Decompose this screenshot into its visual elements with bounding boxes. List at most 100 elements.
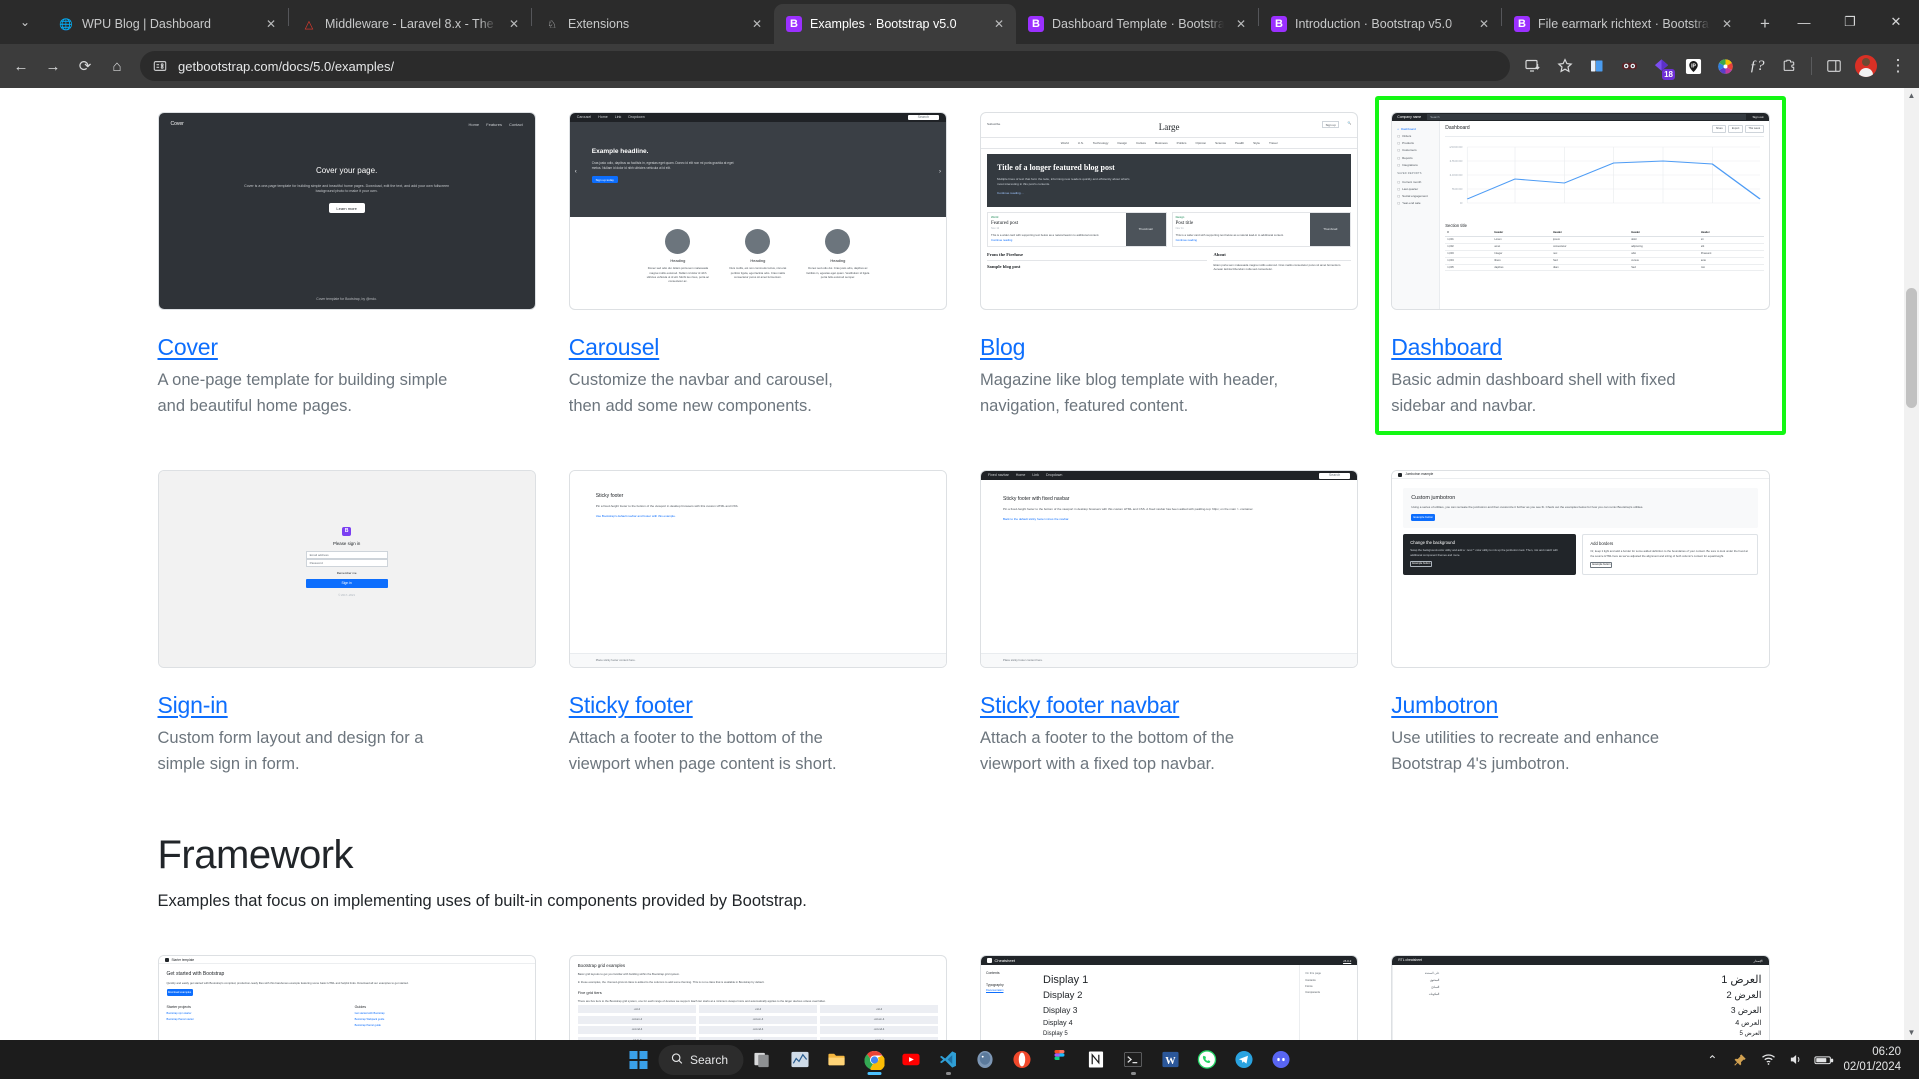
taskbar-clock[interactable]: 06:20 02/01/2024 (1839, 1045, 1911, 1074)
tab-close-icon[interactable]: ✕ (990, 15, 1008, 33)
example-thumbnail[interactable]: Cheatsheet v5.0.2 Contents Typography Do… (980, 955, 1358, 1040)
discord-icon[interactable] (1264, 1043, 1298, 1077)
example-thumbnail[interactable]: Jumbotron example Custom jumbotron Using… (1391, 470, 1769, 668)
tab-dashboard-template[interactable]: B Dashboard Template · Bootstrap ✕ (1016, 4, 1258, 44)
telegram-icon[interactable] (1227, 1043, 1261, 1077)
page-info-icon[interactable] (152, 58, 168, 74)
example-card-dashboard[interactable]: Company name Search Sign out ⌂Dashboard … (1391, 88, 1769, 419)
address-bar[interactable]: getbootstrap.com/docs/5.0/examples/ (140, 51, 1510, 81)
scroll-down-button[interactable]: ▼ (1904, 1025, 1919, 1040)
font-finder-extension-icon[interactable]: ƒ? (1742, 51, 1772, 81)
opera-icon[interactable] (1005, 1043, 1039, 1077)
vscode-icon[interactable] (931, 1043, 965, 1077)
install-app-icon[interactable] (1518, 51, 1548, 81)
tab-list-button[interactable]: ⌄ (11, 8, 39, 36)
back-button[interactable]: ← (6, 51, 36, 81)
battery-icon[interactable] (1811, 1045, 1837, 1075)
scrollbar-thumb[interactable] (1906, 288, 1917, 408)
example-thumbnail[interactable]: B Please sign in Email address Password … (158, 470, 536, 668)
tab-introduction-bootstrap[interactable]: B Introduction · Bootstrap v5.0 ✕ (1259, 4, 1501, 44)
tab-wpu-blog[interactable]: 🌐 WPU Blog | Dashboard ✕ (46, 4, 288, 44)
goggles-extension-icon[interactable] (1614, 51, 1644, 81)
minimize-button[interactable]: — (1781, 6, 1827, 38)
file-explorer-icon[interactable] (820, 1043, 854, 1077)
label: Customers (1402, 148, 1417, 152)
taskview-icon[interactable] (746, 1043, 780, 1077)
tab-middleware-laravel[interactable]: △ Middleware - Laravel 8.x - The P ✕ (289, 4, 531, 44)
example-title-sticky-footer[interactable]: Sticky footer (569, 692, 693, 719)
example-card-jumbotron[interactable]: Jumbotron example Custom jumbotron Using… (1391, 446, 1769, 777)
chrome-icon[interactable] (857, 1043, 891, 1077)
example-desc: Attach a footer to the bottom of the vie… (980, 726, 1280, 777)
example-card-signin[interactable]: B Please sign in Email address Password … (158, 446, 536, 777)
example-thumbnail[interactable]: Fixed navbar Home Link Dropdown Search S… (980, 470, 1358, 668)
example-title-cover[interactable]: Cover (158, 334, 218, 361)
extensions-puzzle-icon[interactable] (1774, 51, 1804, 81)
blog-nav-item: Health (1235, 141, 1244, 145)
example-thumbnail[interactable]: Starter template Get started with Bootst… (158, 955, 536, 1040)
forward-button[interactable]: → (38, 51, 68, 81)
example-card-carousel[interactable]: Carousel Home Link Dropdown Search ‹ › E (569, 88, 947, 419)
tab-extensions[interactable]: ♘ Extensions ✕ (532, 4, 774, 44)
framework-card-grid[interactable]: Bootstrap grid examples Basic grid layou… (569, 931, 947, 1040)
word-icon[interactable]: W (1153, 1043, 1187, 1077)
tray-chevron-icon[interactable]: ⌃ (1699, 1045, 1725, 1075)
example-card-sticky-footer[interactable]: Sticky footer Pin a fixed-height footer … (569, 446, 947, 777)
example-card-sticky-footer-navbar[interactable]: Fixed navbar Home Link Dropdown Search S… (980, 446, 1358, 777)
scroll-up-button[interactable]: ▲ (1904, 88, 1919, 103)
tab-close-icon[interactable]: ✕ (262, 15, 280, 33)
example-thumbnail[interactable]: Sticky footer Pin a fixed-height footer … (569, 470, 947, 668)
dashboard-header-row: Dashboard Share Export This week (1445, 125, 1763, 137)
taskbar-search[interactable]: Search (658, 1045, 743, 1075)
example-thumbnail[interactable]: Carousel Home Link Dropdown Search ‹ › E (569, 112, 947, 310)
framework-card-rtl[interactable]: RTL cheatsheet الإصدار العرض 1 العرض 2 ا… (1391, 931, 1769, 1040)
ip-pin-extension-icon[interactable]: IP (1678, 51, 1708, 81)
color-wheel-extension-icon[interactable] (1710, 51, 1740, 81)
profile-avatar-icon[interactable] (1851, 51, 1881, 81)
example-thumbnail[interactable]: Company name Search Sign out ⌂Dashboard … (1391, 112, 1769, 310)
example-thumbnail[interactable]: Bootstrap grid examples Basic grid layou… (569, 955, 947, 1040)
tab-close-icon[interactable]: ✕ (1718, 15, 1736, 33)
example-title-jumbotron[interactable]: Jumbotron (1391, 692, 1498, 719)
reading-list-icon[interactable] (1582, 51, 1612, 81)
home-button[interactable]: ⌂ (102, 51, 132, 81)
page-scrollbar[interactable]: ▲ ▼ (1904, 88, 1919, 1040)
framework-card-starter-template[interactable]: Starter template Get started with Bootst… (158, 931, 536, 1040)
example-title-dashboard[interactable]: Dashboard (1391, 334, 1502, 361)
wifi-icon[interactable] (1755, 1045, 1781, 1075)
volume-icon[interactable] (1783, 1045, 1809, 1075)
bookmark-star-icon[interactable] (1550, 51, 1580, 81)
framework-card-cheatsheet[interactable]: Cheatsheet v5.0.2 Contents Typography Do… (980, 931, 1358, 1040)
reload-button[interactable]: ⟳ (70, 51, 100, 81)
example-title-blog[interactable]: Blog (980, 334, 1025, 361)
terminal-icon[interactable] (1116, 1043, 1150, 1077)
example-title-carousel[interactable]: Carousel (569, 334, 659, 361)
notion-icon[interactable] (1079, 1043, 1113, 1077)
widgets-icon[interactable] (783, 1043, 817, 1077)
youtube-icon[interactable] (894, 1043, 928, 1077)
start-icon[interactable] (621, 1043, 655, 1077)
example-thumbnail[interactable]: RTL cheatsheet الإصدار العرض 1 العرض 2 ا… (1391, 955, 1769, 1040)
pin-icon[interactable] (1727, 1045, 1753, 1075)
example-card-cover[interactable]: Cover Home Features Contact Cover your p… (158, 88, 536, 419)
tab-file-earmark-richtext[interactable]: B File earmark richtext · Bootstrap ✕ (1502, 4, 1744, 44)
purple-diamond-extension-icon[interactable]: 18 (1646, 51, 1676, 81)
example-thumbnail[interactable]: Subscribe 🔍 Sign up Large World U.S. Tec… (980, 112, 1358, 310)
tab-examples-bootstrap[interactable]: B Examples · Bootstrap v5.0 ✕ (774, 4, 1016, 44)
new-tab-button[interactable]: + (1750, 9, 1780, 39)
example-card-blog[interactable]: Subscribe 🔍 Sign up Large World U.S. Tec… (980, 88, 1358, 419)
chrome-menu-icon[interactable]: ⋮ (1883, 51, 1913, 81)
tab-close-icon[interactable]: ✕ (748, 15, 766, 33)
tab-close-icon[interactable]: ✕ (505, 15, 523, 33)
tab-close-icon[interactable]: ✕ (1232, 15, 1250, 33)
figma-icon[interactable] (1042, 1043, 1076, 1077)
close-window-button[interactable]: ✕ (1873, 6, 1919, 38)
maximize-button[interactable]: ❐ (1827, 6, 1873, 38)
example-thumbnail[interactable]: Cover Home Features Contact Cover your p… (158, 112, 536, 310)
side-panel-icon[interactable] (1819, 51, 1849, 81)
whatsapp-icon[interactable] (1190, 1043, 1224, 1077)
example-title-signin[interactable]: Sign-in (158, 692, 228, 719)
example-title-sticky-footer-navbar[interactable]: Sticky footer navbar (980, 692, 1179, 719)
tab-close-icon[interactable]: ✕ (1475, 15, 1493, 33)
postgresql-icon[interactable] (968, 1043, 1002, 1077)
